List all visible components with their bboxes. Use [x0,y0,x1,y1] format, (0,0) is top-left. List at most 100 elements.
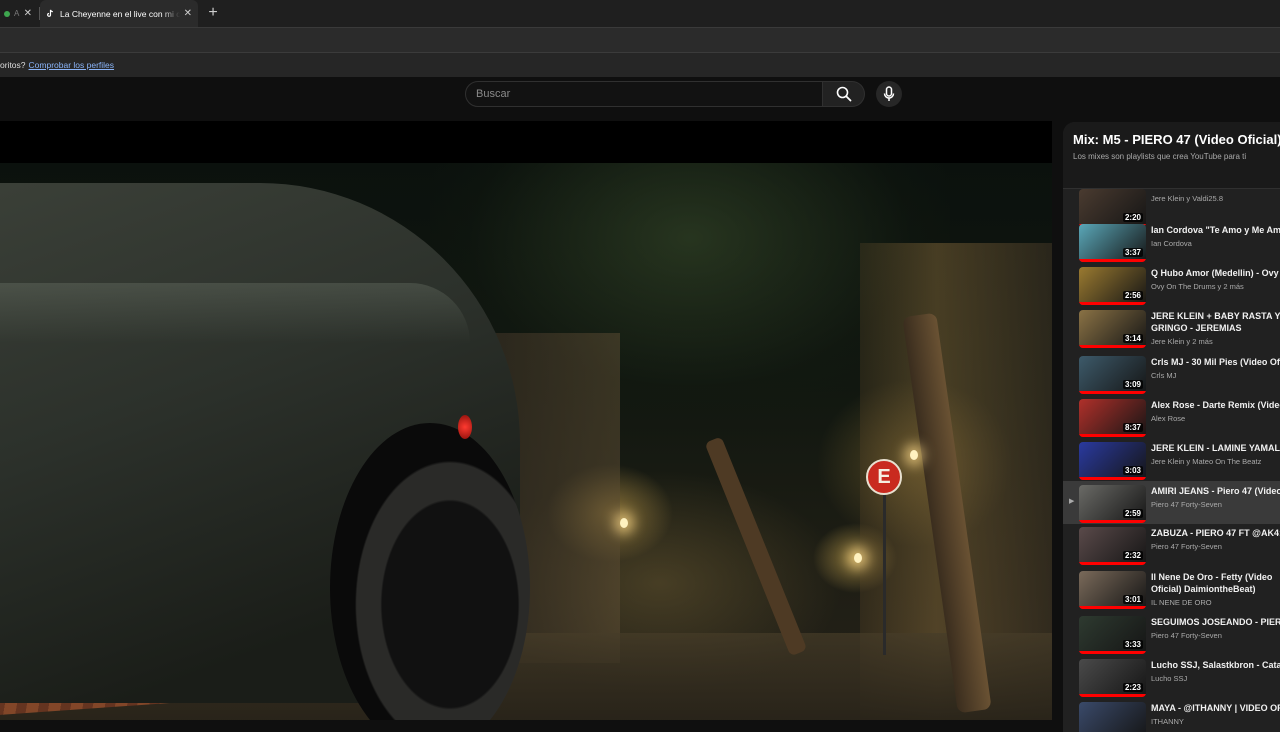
video-thumbnail[interactable]: 3:09 [1079,356,1146,394]
video-duration: 3:14 [1122,334,1143,343]
street-lamp [854,553,862,563]
search-input[interactable] [466,82,816,106]
video-duration: 3:09 [1122,380,1143,389]
video-channel: Piero 47 Forty-Seven [1151,542,1222,551]
video-channel: Piero 47 Forty-Seven [1151,631,1222,640]
tab-title: La Cheyenne en el live con mi cor [60,8,180,19]
watched-progress-bar [1079,259,1146,262]
microphone-icon [883,86,895,101]
watched-progress-bar [1079,391,1146,394]
playlist-item[interactable]: 2:56 Q Hubo Amor (Medellin) - Ovy On The … [1063,263,1280,306]
video-thumbnail[interactable]: 2:23 [1079,659,1146,697]
video-title[interactable]: Lucho SSJ, Salastkbron - Catar [1151,659,1280,671]
tab-title: A [14,9,20,18]
watched-progress-bar [1079,302,1146,305]
video-channel: Jere Klein y Mateo On The Beatz [1151,457,1262,466]
video-duration: 2:23 [1122,683,1143,692]
search-box [465,81,823,107]
video-duration: 8:37 [1122,423,1143,432]
video-info: AMIRI JEANS - Piero 47 (Video Oficial) Pi… [1151,485,1280,509]
video-title[interactable]: JERE KLEIN + BABY RASTA Y GRINGO - JEREM… [1151,310,1280,334]
address-bar-row [0,27,1280,52]
video-channel: Ian Cordova [1151,239,1192,248]
street-lamp [620,518,628,528]
street-lamp [910,450,918,460]
playlist-title[interactable]: Mix: M5 - PIERO 47 (Video Oficial) [1073,132,1280,147]
close-tab-icon[interactable]: ✕ [24,8,32,19]
video-info: Jere Klein y Valdi25.8 [1151,191,1280,203]
video-info: Lucho SSJ, Salastkbron - Catar Lucho SSJ [1151,659,1280,683]
video-thumbnail[interactable]: 2:56 [1079,267,1146,305]
watched-progress-bar [1079,345,1146,348]
close-tab-icon[interactable]: ✕ [184,8,192,19]
video-title[interactable]: MAYA - @ITHANNY | VIDEO OFICIAL [1151,702,1280,714]
watched-progress-bar [1079,562,1146,565]
playlist-header: Mix: M5 - PIERO 47 (Video Oficial) Los m… [1063,122,1280,189]
video-title[interactable]: Ian Cordova "Te Amo y Me Ama" [1151,224,1280,236]
watched-progress-bar [1079,606,1146,609]
video-title[interactable]: AMIRI JEANS - Piero 47 (Video Oficial) [1151,485,1280,497]
playlist-item[interactable]: MAYA - @ITHANNY | VIDEO OFICIAL ITHANNY [1063,698,1280,732]
video-thumbnail[interactable] [1079,702,1146,732]
video-player[interactable]: E [0,121,1052,720]
browser-tab-2[interactable]: La Cheyenne en el live con mi cor ✕ [40,0,198,27]
video-info: SEGUIMOS JOSEANDO - PIERO 47 Piero 47 For… [1151,616,1280,640]
sign-pole [883,495,886,655]
no-parking-sign: E [866,459,902,495]
playlist-item[interactable]: 3:03 JERE KLEIN - LAMINE YAMAL (Video Ofi… [1063,438,1280,481]
video-thumbnail[interactable]: 3:01 [1079,571,1146,609]
video-channel: Jere Klein y 2 más [1151,337,1213,346]
video-channel: Piero 47 Forty-Seven [1151,500,1222,509]
video-thumbnail[interactable]: 3:14 [1079,310,1146,348]
video-channel: Lucho SSJ [1151,674,1188,683]
playlist-item[interactable]: 3:37 Ian Cordova "Te Amo y Me Ama" Ian Cor… [1063,220,1280,263]
browser-tab-1[interactable]: A ✕ [0,0,38,27]
browser-tab-strip: A ✕ La Cheyenne en el live con mi cor ✕ … [0,0,1280,27]
video-info: JERE KLEIN - LAMINE YAMAL (Video Oficial… [1151,442,1280,466]
video-title[interactable]: Crls MJ - 30 Mil Pies (Video Oficial) [1151,356,1280,368]
video-title[interactable]: Q Hubo Amor (Medellin) - Ovy On The Drum… [1151,267,1280,279]
playlist-item[interactable]: 8:37 Alex Rose - Darte Remix (Video Ofici… [1063,395,1280,438]
video-title[interactable]: JERE KLEIN - LAMINE YAMAL (Video Oficial… [1151,442,1280,454]
video-info: ZABUZA - PIERO 47 FT @AK4:20 Piero 47 For… [1151,527,1280,551]
video-thumbnail[interactable]: 3:03 [1079,442,1146,480]
playlist-item[interactable]: 3:14 JERE KLEIN + BABY RASTA Y GRINGO - J… [1063,306,1280,349]
video-channel: Jere Klein y Valdi25.8 [1151,194,1223,203]
video-thumbnail[interactable]: 3:33 [1079,616,1146,654]
playlist-item[interactable]: 2:32 ZABUZA - PIERO 47 FT @AK4:20 Piero 47… [1063,523,1280,566]
video-duration: 2:32 [1122,551,1143,560]
video-thumbnail[interactable]: 2:59 [1079,485,1146,523]
video-thumbnail[interactable]: 3:37 [1079,224,1146,262]
video-title[interactable]: ZABUZA - PIERO 47 FT @AK4:20 [1151,527,1280,539]
playlist-item[interactable]: 3:01 Il Nene De Oro - Fetty (Video Oficia… [1063,567,1280,610]
video-channel: Ovy On The Drums y 2 más [1151,282,1244,291]
search-button[interactable] [823,81,865,107]
search-icon [836,86,851,102]
tree-trunk [704,436,808,657]
check-profiles-link[interactable]: Comprobar los perfiles [29,60,115,70]
video-title[interactable]: Alex Rose - Darte Remix (Video Oficial) [1151,399,1280,411]
playlist-item[interactable]: 3:09 Crls MJ - 30 Mil Pies (Video Oficial… [1063,352,1280,395]
tiktok-icon [47,9,53,17]
video-info: Alex Rose - Darte Remix (Video Oficial) A… [1151,399,1280,423]
voice-search-button[interactable] [876,81,902,107]
info-bar: oritos? Comprobar los perfiles [0,52,1280,78]
video-channel: Crls MJ [1151,371,1177,380]
video-duration: 3:33 [1122,640,1143,649]
video-title[interactable]: Il Nene De Oro - Fetty (Video Oficial) D… [1151,571,1280,595]
video-title[interactable]: SEGUIMOS JOSEANDO - PIERO 47 [1151,616,1280,628]
audio-indicator-icon [4,10,10,17]
video-thumbnail[interactable]: 8:37 [1079,399,1146,437]
video-info: Crls MJ - 30 Mil Pies (Video Oficial) Crl… [1151,356,1280,380]
new-tab-button[interactable]: + [205,4,221,22]
car-highlight [0,283,470,343]
video-thumbnail[interactable]: 2:32 [1079,527,1146,565]
video-info: Il Nene De Oro - Fetty (Video Oficial) D… [1151,571,1280,607]
watched-progress-bar [1079,434,1146,437]
playlist-item[interactable]: ▶ 2:59 AMIRI JEANS - Piero 47 (Video Ofici… [1063,481,1280,524]
playlist-item[interactable]: 3:33 SEGUIMOS JOSEANDO - PIERO 47 Piero 47… [1063,612,1280,655]
video-channel: Alex Rose [1151,414,1186,423]
video-duration: 2:59 [1122,509,1143,518]
playlist-item[interactable]: 2:23 Lucho SSJ, Salastkbron - Catar Lucho … [1063,655,1280,698]
youtube-masthead [0,77,1280,121]
